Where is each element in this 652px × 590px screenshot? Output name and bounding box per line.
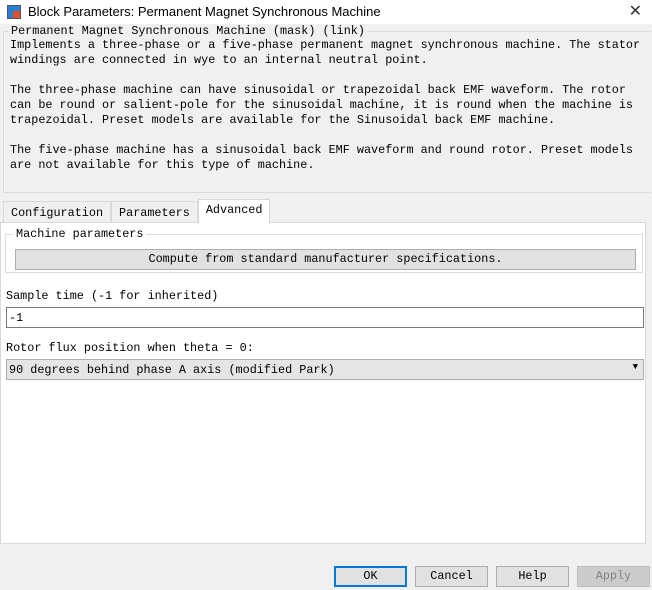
tab-configuration[interactable]: Configuration xyxy=(3,201,112,223)
sample-time-input[interactable]: -1 xyxy=(6,307,644,328)
rotor-flux-value: 90 degrees behind phase A axis (modified… xyxy=(9,363,335,377)
apply-button[interactable]: Apply xyxy=(577,566,650,587)
description-group: Permanent Magnet Synchronous Machine (ma… xyxy=(3,24,651,193)
mask-title: Permanent Magnet Synchronous Machine (ma… xyxy=(11,24,365,38)
simulink-block-icon xyxy=(7,5,21,19)
compute-button[interactable]: Compute from standard manufacturer speci… xyxy=(15,249,636,270)
description-paragraph: The five-phase machine has a sinusoidal … xyxy=(10,143,633,172)
title-bar: Block Parameters: Permanent Magnet Synch… xyxy=(0,0,652,24)
description-paragraph: Implements a three-phase or a five-phase… xyxy=(10,38,641,67)
advanced-panel: Machine parameters Compute from standard… xyxy=(0,222,646,544)
dropdown-arrow-icon: ▼ xyxy=(632,362,638,372)
window-title: Block Parameters: Permanent Magnet Synch… xyxy=(28,4,381,19)
machine-parameters-legend: Machine parameters xyxy=(16,227,144,241)
description-paragraph: The three-phase machine can have sinusoi… xyxy=(10,83,633,127)
help-button[interactable]: Help xyxy=(496,566,569,587)
rotor-flux-label: Rotor flux position when theta = 0: xyxy=(6,341,254,355)
cancel-button[interactable]: Cancel xyxy=(415,566,488,587)
tab-parameters[interactable]: Parameters xyxy=(111,201,198,223)
sample-time-label: Sample time (-1 for inherited) xyxy=(6,289,219,303)
ok-button[interactable]: OK xyxy=(334,566,407,587)
machine-parameters-group: Machine parameters Compute from standard… xyxy=(5,227,643,273)
tab-bar: Configuration Parameters Advanced xyxy=(3,199,271,224)
close-icon[interactable]: ✕ xyxy=(629,1,642,21)
tab-advanced[interactable]: Advanced xyxy=(197,199,271,224)
rotor-flux-select[interactable]: 90 degrees behind phase A axis (modified… xyxy=(6,359,644,380)
